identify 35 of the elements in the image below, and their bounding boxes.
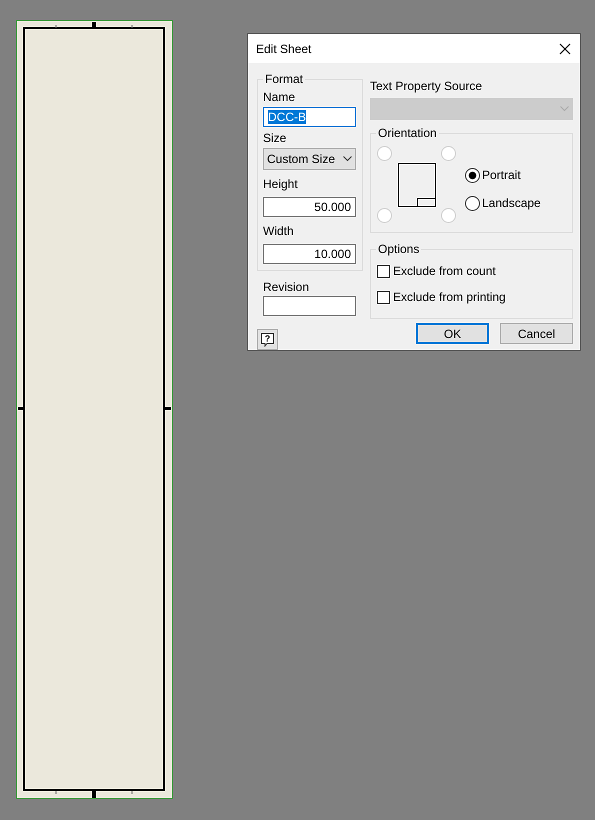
field-label: Name bbox=[263, 90, 296, 104]
checkbox-label: Exclude from count bbox=[393, 263, 496, 280]
radio-label: Landscape bbox=[482, 195, 541, 212]
orientation-radio[interactable] bbox=[465, 196, 480, 210]
dialog-button[interactable]: OK bbox=[416, 323, 489, 344]
group-label: Orientation bbox=[376, 126, 439, 140]
width-field[interactable]: 10.000 bbox=[263, 244, 356, 264]
field-label: Revision bbox=[262, 280, 310, 294]
revision-field[interactable] bbox=[263, 296, 356, 316]
anchor-radio[interactable] bbox=[441, 208, 456, 223]
field-label: Size bbox=[263, 131, 288, 145]
anchor-radio[interactable] bbox=[377, 208, 392, 223]
paper-icon bbox=[398, 163, 436, 207]
name-field[interactable]: DCC-B bbox=[263, 107, 356, 127]
anchor-radio[interactable] bbox=[377, 146, 392, 161]
checkbox-label: Exclude from printing bbox=[393, 289, 506, 306]
field-label: Text Property Source bbox=[370, 79, 484, 93]
dialog-button[interactable]: Cancel bbox=[500, 323, 573, 344]
anchor-radio[interactable] bbox=[441, 146, 456, 161]
chevron-down-icon bbox=[343, 156, 352, 162]
height-field[interactable]: 50.000 bbox=[263, 197, 356, 217]
radio-label: Portrait bbox=[482, 167, 521, 184]
close-icon[interactable] bbox=[559, 42, 571, 54]
orientation-radio[interactable] bbox=[465, 168, 480, 182]
window-title: Edit Sheet bbox=[256, 40, 312, 58]
size-dropdown[interactable]: Custom Size bbox=[263, 148, 356, 170]
help-button[interactable]: ? bbox=[257, 329, 278, 350]
chevron-down-icon bbox=[560, 106, 569, 112]
field-label: Width bbox=[263, 224, 295, 238]
checkbox[interactable] bbox=[377, 290, 390, 304]
checkbox[interactable] bbox=[377, 264, 390, 278]
group-label: Format bbox=[263, 72, 306, 86]
field-label: Height bbox=[263, 177, 299, 191]
help-icon: ? bbox=[261, 332, 274, 346]
group-label: Options bbox=[376, 242, 422, 256]
